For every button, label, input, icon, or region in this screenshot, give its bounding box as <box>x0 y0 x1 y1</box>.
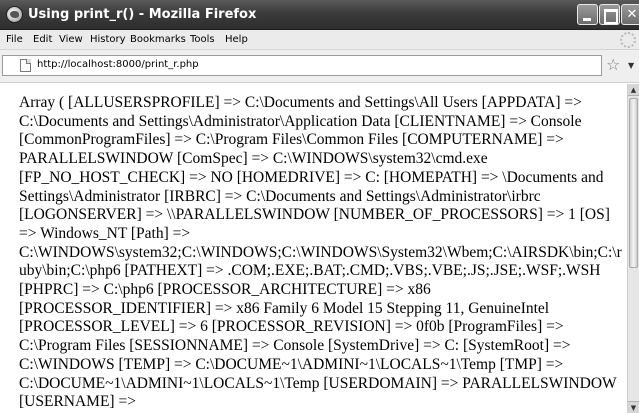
menu-bookmarks[interactable]: Bookmarks <box>130 34 186 45</box>
url-field[interactable]: http://localhost:8000/print_r.php <box>37 59 199 70</box>
page-icon <box>20 59 31 72</box>
window-title: Using print_r() - Mozilla Firefox <box>28 7 257 22</box>
maximize-button[interactable] <box>599 4 620 25</box>
page-content: Array ( [ALLUSERSPROFILE] => C:\Document… <box>0 84 627 413</box>
menu-tools[interactable]: Tools <box>190 34 215 45</box>
star-icon[interactable]: ☆ <box>606 57 620 73</box>
close-button[interactable]: ✕ <box>621 4 639 25</box>
chevron-down-icon[interactable]: ▼ <box>628 61 634 70</box>
menu-bar: File Edit View History Bookmarks Tools H… <box>0 30 639 50</box>
address-bar[interactable]: http://localhost:8000/print_r.php <box>2 55 602 76</box>
menu-help[interactable]: Help <box>225 34 248 45</box>
scroll-down-arrow-icon[interactable]: ▼ <box>628 401 639 413</box>
title-bar[interactable]: Using print_r() - Mozilla Firefox ✕ <box>0 0 639 30</box>
scroll-up-arrow-icon[interactable]: ▲ <box>628 84 639 96</box>
scroll-thumb[interactable] <box>629 98 638 268</box>
menu-view[interactable]: View <box>59 34 83 45</box>
minimize-button[interactable] <box>577 4 598 25</box>
vertical-scrollbar[interactable]: ▲ ▼ <box>627 84 639 413</box>
menu-history[interactable]: History <box>90 34 126 45</box>
menu-file[interactable]: File <box>6 34 23 45</box>
throbber-icon <box>620 32 636 48</box>
navigation-bar: http://localhost:8000/print_r.php ☆ ▼ <box>0 50 639 83</box>
firefox-icon <box>6 6 23 23</box>
print-r-output: Array ( [ALLUSERSPROFILE] => C:\Document… <box>19 94 622 411</box>
menu-edit[interactable]: Edit <box>33 34 52 45</box>
